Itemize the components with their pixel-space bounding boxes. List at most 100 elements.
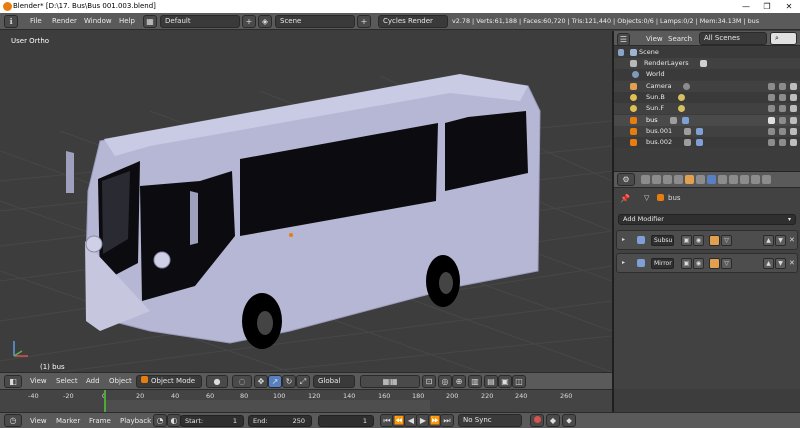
layout-dropdown[interactable]: Default	[160, 15, 240, 28]
minimize-button[interactable]: —	[736, 0, 756, 13]
3d-editor-type-button[interactable]: ◧	[4, 375, 22, 388]
render-camera-icon[interactable]	[790, 139, 797, 146]
menu-file[interactable]: File	[30, 17, 42, 25]
pivot-dropdown[interactable]: ◌	[232, 375, 252, 388]
opengl-render-icon[interactable]: ▤	[484, 375, 498, 388]
proportional-edit-icon[interactable]: ◎	[438, 375, 452, 388]
collapse-triangle-icon[interactable]: ▸	[622, 259, 625, 266]
snap-element-icon[interactable]: ▥	[468, 375, 482, 388]
playhead[interactable]	[104, 390, 106, 413]
selectability-arrow-icon[interactable]	[779, 83, 786, 90]
mode-dropdown[interactable]: Object Mode	[136, 375, 202, 388]
visibility-eye-icon[interactable]	[768, 94, 775, 101]
pin-icon[interactable]: 📌	[620, 194, 630, 203]
camera-view-icon[interactable]: ◫	[512, 375, 526, 388]
render-camera-icon[interactable]	[790, 117, 797, 124]
outliner-row-bus-001[interactable]: bus.001	[614, 126, 800, 137]
3d-viewport[interactable]: User Ortho (1) bus	[0, 31, 612, 372]
outliner-row-renderlayers[interactable]: RenderLayers	[614, 58, 800, 69]
scene-dropdown[interactable]: Scene	[275, 15, 355, 28]
close-icon[interactable]: ✕	[789, 236, 795, 244]
render-tab-icon[interactable]	[641, 175, 650, 184]
selectability-arrow-icon[interactable]	[779, 139, 786, 146]
scene-icon[interactable]: ◈	[258, 15, 272, 28]
rotate-manipulator-icon[interactable]: ↻	[282, 375, 296, 388]
timeline-area[interactable]: -40 -20 0 20 40 60 80 100 120 140 160 18…	[0, 389, 612, 413]
selectability-arrow-icon[interactable]	[779, 94, 786, 101]
outliner-menu-view[interactable]: View	[646, 35, 663, 43]
start-frame-field[interactable]: Start: 1	[180, 415, 244, 427]
data-tab-icon[interactable]	[718, 175, 727, 184]
snap-toggle-icon[interactable]: ⊕	[452, 375, 466, 388]
close-icon[interactable]: ✕	[789, 259, 795, 267]
selectability-arrow-icon[interactable]	[779, 105, 786, 112]
object-tab-icon[interactable]	[685, 175, 694, 184]
editmode-toggle-icon[interactable]: ▣	[681, 258, 692, 269]
timeline-menu-frame[interactable]: Frame	[89, 417, 111, 425]
timeline-editor-type-button[interactable]: ◷	[4, 414, 22, 427]
texture-tab-icon[interactable]	[740, 175, 749, 184]
render-camera-icon[interactable]	[790, 128, 797, 135]
current-frame-field[interactable]: 1	[318, 415, 374, 427]
render-toggle-icon[interactable]	[709, 258, 720, 269]
orientation-dropdown[interactable]: Global	[313, 375, 355, 388]
menu-help[interactable]: Help	[119, 17, 135, 25]
scene-add-button[interactable]: +	[357, 15, 371, 28]
modifiers-tab-icon[interactable]	[707, 175, 716, 184]
layout-add-button[interactable]: +	[242, 15, 256, 28]
record-keyframe-icon[interactable]	[530, 414, 544, 427]
outliner-row-sun-f[interactable]: Sun.F	[614, 103, 800, 114]
menu-window[interactable]: Window	[84, 17, 112, 25]
collapse-triangle-icon[interactable]: ▸	[622, 236, 625, 243]
outliner-search-field[interactable]: ⌕	[770, 32, 797, 45]
render-camera-icon[interactable]	[790, 94, 797, 101]
material-tab-icon[interactable]	[729, 175, 738, 184]
scale-manipulator-icon[interactable]: ⤢	[296, 375, 310, 388]
render-camera-icon[interactable]	[790, 105, 797, 112]
visibility-eye-icon[interactable]	[768, 117, 775, 124]
physics-tab-icon[interactable]	[762, 175, 771, 184]
insert-keyframe-icon[interactable]: ⬥	[562, 414, 576, 427]
expand-toggle-icon[interactable]	[618, 49, 624, 56]
layout-icon[interactable]: ▦	[143, 15, 157, 28]
outliner-menu-search[interactable]: Search	[668, 35, 692, 43]
world-tab-icon[interactable]	[674, 175, 683, 184]
manipulator-toggle-icon[interactable]: ✥	[254, 375, 268, 388]
end-frame-field[interactable]: End: 250	[248, 415, 312, 427]
timeline-menu-marker[interactable]: Marker	[56, 417, 80, 425]
preview-range-icon[interactable]: ◔	[153, 414, 167, 427]
lock-layers-icon[interactable]: ⊡	[422, 375, 436, 388]
timeline-menu-view[interactable]: View	[30, 417, 47, 425]
outliner-row-world[interactable]: World	[614, 69, 800, 80]
constraints-tab-icon[interactable]	[696, 175, 705, 184]
outliner-editor-type-button[interactable]: ☰	[617, 33, 630, 46]
move-down-icon[interactable]: ▼	[775, 258, 786, 269]
maximize-button[interactable]: ❐	[757, 0, 777, 13]
translate-manipulator-icon[interactable]: ↗	[268, 375, 282, 388]
layer-buttons[interactable]: ▦▦	[360, 375, 420, 388]
menu-add[interactable]: Add	[86, 377, 100, 385]
oncage-toggle-icon[interactable]: ▽	[721, 235, 732, 246]
render-layers-tab-icon[interactable]	[652, 175, 661, 184]
menu-select[interactable]: Select	[56, 377, 78, 385]
sync-mode-dropdown[interactable]: No Sync	[458, 414, 522, 427]
menu-render[interactable]: Render	[52, 17, 77, 25]
visibility-eye-icon[interactable]	[768, 105, 775, 112]
editmode-toggle-icon[interactable]: ▣	[681, 235, 692, 246]
modifier-name-field[interactable]: Mirror	[651, 258, 674, 269]
scene-tab-icon[interactable]	[663, 175, 672, 184]
visibility-eye-icon[interactable]	[768, 139, 775, 146]
opengl-animation-icon[interactable]: ▣	[498, 375, 512, 388]
lock-time-cursor-icon[interactable]: ◐	[167, 414, 181, 427]
render-toggle-icon[interactable]	[709, 235, 720, 246]
bus-model[interactable]	[66, 74, 541, 349]
move-up-icon[interactable]: ▲	[763, 235, 774, 246]
shading-dropdown[interactable]: ●	[206, 375, 228, 388]
particles-tab-icon[interactable]	[751, 175, 760, 184]
move-down-icon[interactable]: ▼	[775, 235, 786, 246]
outliner-row-sun-b[interactable]: Sun.B	[614, 92, 800, 103]
outliner-row-bus-002[interactable]: bus.002	[614, 137, 800, 148]
outliner-filter-dropdown[interactable]: All Scenes	[699, 32, 767, 45]
modifier-name-field[interactable]: Subsu	[651, 235, 674, 246]
add-modifier-dropdown[interactable]: Add Modifier ▾	[618, 214, 796, 225]
